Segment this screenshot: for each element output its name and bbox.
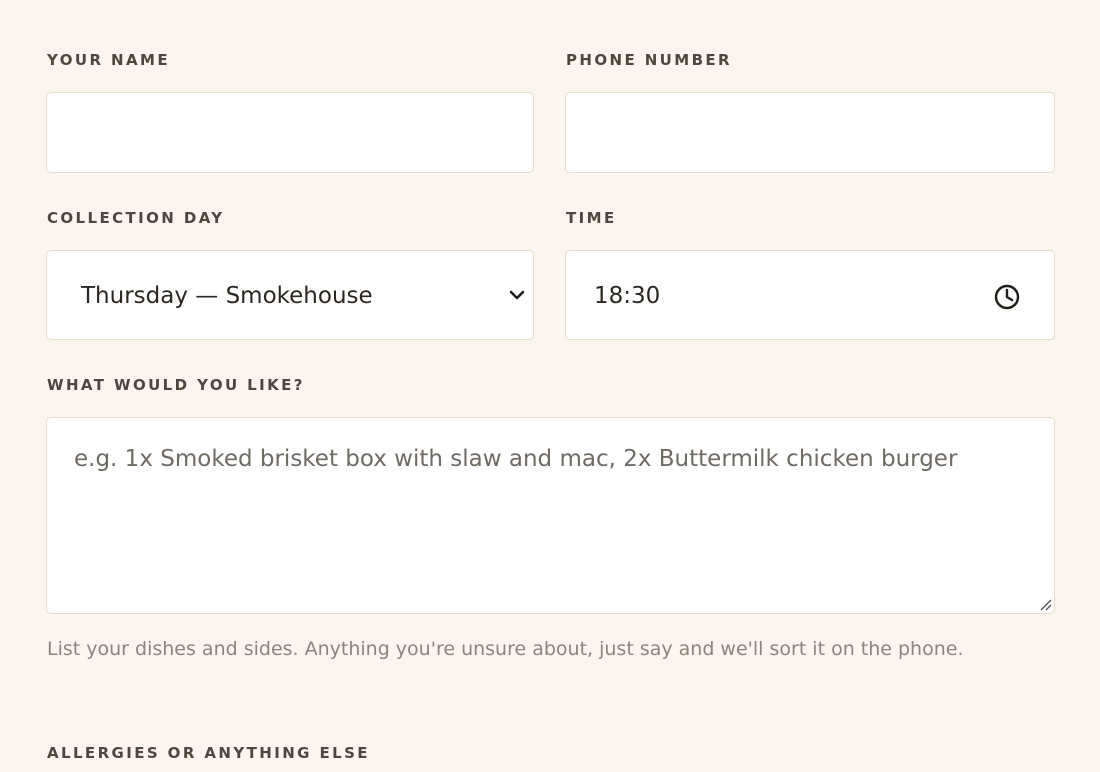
clock-icon[interactable] (993, 283, 1021, 311)
resize-grip-icon[interactable] (1038, 597, 1052, 611)
order-help-text: List your dishes and sides. Anything you… (47, 638, 964, 660)
phone-input[interactable] (565, 92, 1055, 173)
phone-label: PHONE NUMBER (566, 51, 733, 69)
name-label: YOUR NAME (47, 51, 170, 69)
allergies-label: ALLERGIES OR ANYTHING ELSE (47, 744, 370, 762)
order-textarea-placeholder: e.g. 1x Smoked brisket box with slaw and… (74, 446, 958, 472)
collection-day-label: COLLECTION DAY (47, 209, 225, 227)
order-label: WHAT WOULD YOU LIKE? (47, 376, 305, 394)
collection-day-selected-value: Thursday — Smokehouse (81, 283, 373, 309)
time-label: TIME (566, 209, 617, 227)
time-input[interactable]: 18:30 (565, 250, 1055, 340)
time-input-value: 18:30 (594, 283, 661, 309)
collection-day-select[interactable]: Thursday — Smokehouse (46, 250, 534, 340)
name-input[interactable] (46, 92, 534, 173)
order-textarea[interactable]: e.g. 1x Smoked brisket box with slaw and… (46, 417, 1055, 614)
chevron-down-icon (509, 290, 525, 300)
